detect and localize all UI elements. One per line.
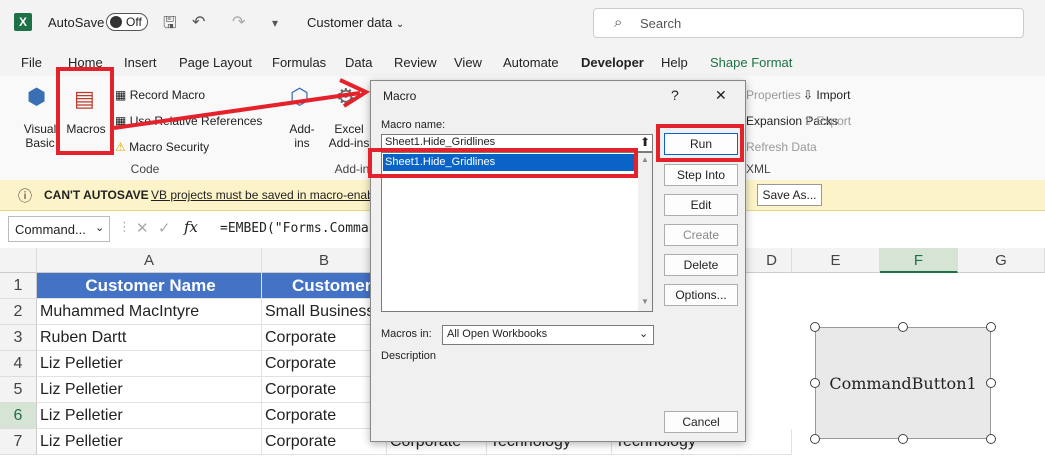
arrow-line — [113, 91, 361, 130]
annotation-arrow — [113, 78, 371, 130]
